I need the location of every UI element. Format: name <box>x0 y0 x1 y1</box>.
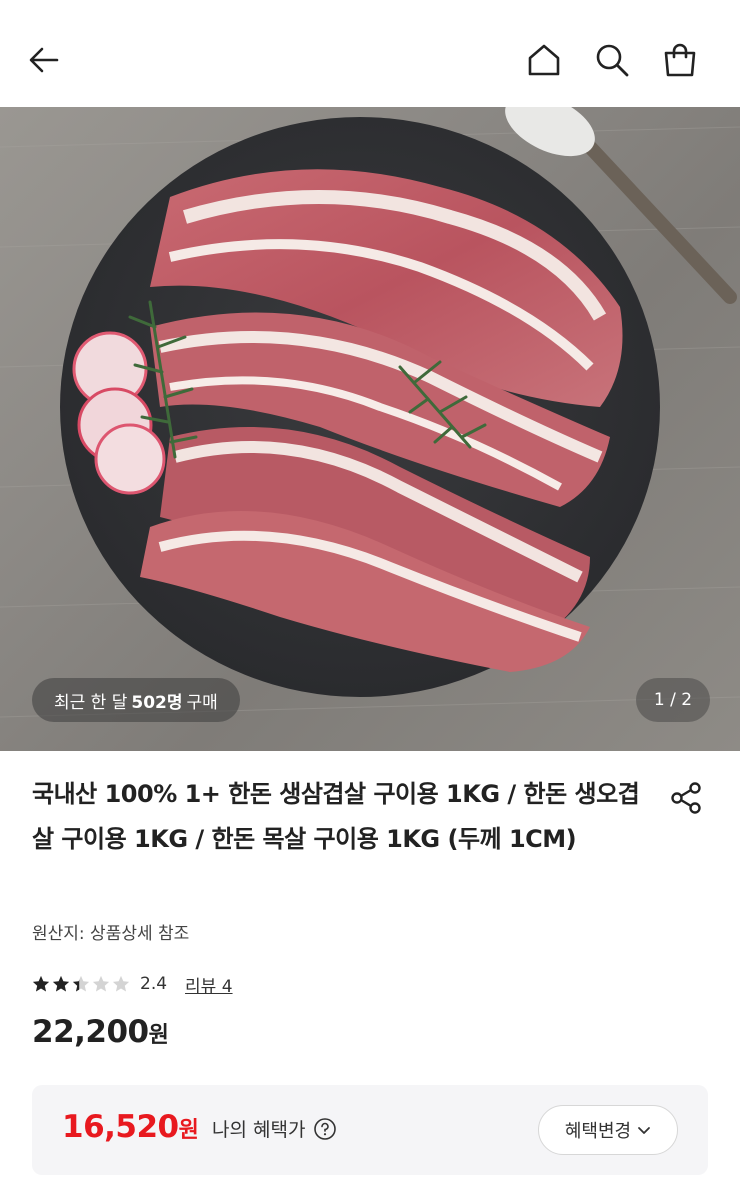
change-benefit-label: 혜택변경 <box>564 1121 632 1142</box>
star-icon <box>92 975 110 992</box>
star-icon <box>32 975 50 992</box>
star-icon <box>72 975 90 992</box>
image-page-indicator: 1 / 2 <box>636 678 710 722</box>
star-rating <box>32 975 130 993</box>
price-amount: 22,200 <box>32 1014 149 1050</box>
buyers-prefix: 최근 한 달 <box>54 692 128 713</box>
product-title: 국내산 100% 1+ 한돈 생삼겹살 구이용 1KG / 한돈 생오겹살 구이… <box>32 780 640 853</box>
recent-buyers-badge: 최근 한 달 502명 구매 <box>32 678 240 722</box>
rating-row: 2.4 리뷰 4 <box>32 968 233 1000</box>
product-photo <box>0 107 740 718</box>
top-nav-bar <box>0 0 740 107</box>
star-icon <box>52 975 70 992</box>
price-unit: 원 <box>148 1023 169 1048</box>
question-circle-icon[interactable] <box>313 1117 337 1141</box>
original-price: 22,200원 <box>32 1014 169 1050</box>
search-icon <box>596 44 629 77</box>
benefit-price-amount: 16,520 <box>62 1109 179 1145</box>
share-button[interactable] <box>664 776 708 820</box>
benefit-label-group: 나의 혜택가 <box>212 1115 337 1142</box>
benefit-price-box: 16,520원 나의 혜택가 혜택변경 <box>32 1085 708 1175</box>
shopping-bag-icon <box>664 43 696 77</box>
benefit-price: 16,520원 <box>62 1109 199 1145</box>
back-button[interactable] <box>20 36 68 84</box>
product-image-carousel[interactable]: 최근 한 달 502명 구매 1 / 2 <box>0 107 740 751</box>
change-benefit-button[interactable]: 혜택변경 <box>538 1105 678 1155</box>
home-icon <box>528 44 560 76</box>
arrow-left-icon <box>29 47 59 73</box>
benefit-label: 나의 혜택가 <box>212 1119 306 1141</box>
search-button[interactable] <box>588 36 636 84</box>
review-link[interactable]: 리뷰 4 <box>185 972 233 997</box>
share-icon <box>671 782 701 814</box>
star-icon <box>112 975 130 992</box>
buyers-count: 502명 <box>131 692 183 713</box>
benefit-price-unit: 원 <box>178 1118 199 1143</box>
origin-info: 원산지: 상품상세 참조 <box>32 924 190 944</box>
rating-value: 2.4 <box>140 974 168 994</box>
chevron-down-icon <box>638 1127 651 1134</box>
cart-button[interactable] <box>656 36 704 84</box>
buyers-suffix: 구매 <box>186 692 218 713</box>
home-button[interactable] <box>520 36 568 84</box>
